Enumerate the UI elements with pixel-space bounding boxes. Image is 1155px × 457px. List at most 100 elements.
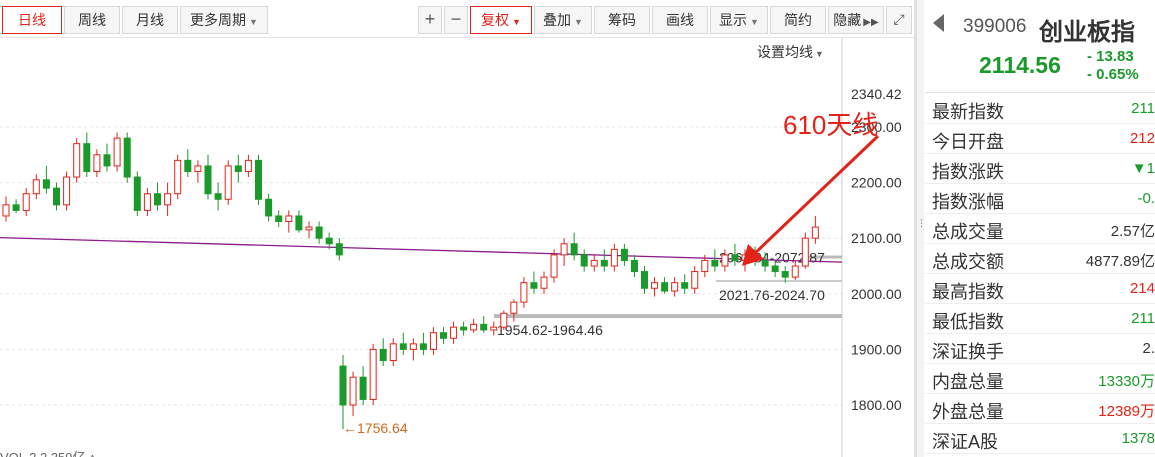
y-tick-label: 2100.00 bbox=[851, 230, 902, 246]
candle-body bbox=[490, 326, 498, 331]
candle-body bbox=[12, 204, 20, 211]
chevron-down-icon: ▼ bbox=[750, 17, 759, 27]
candle-body bbox=[63, 176, 71, 206]
candle-body bbox=[731, 254, 739, 261]
candle-body bbox=[460, 326, 468, 331]
y-tick-label: 2000.00 bbox=[851, 286, 902, 302]
candle-body bbox=[349, 376, 357, 406]
quote-row: 指数涨幅 -0. bbox=[925, 184, 1155, 214]
change-percent: - 0.65% bbox=[1087, 66, 1139, 83]
chevron-down-icon: ▼ bbox=[249, 17, 258, 27]
candle-body bbox=[641, 271, 648, 289]
candle-body bbox=[295, 215, 303, 231]
quote-row-value: 211 bbox=[1131, 100, 1155, 117]
more-periods-dropdown[interactable]: 更多周期 ▼ bbox=[180, 6, 268, 34]
display-dropdown[interactable]: 显示 ▼ bbox=[710, 6, 768, 34]
candle-body bbox=[224, 165, 232, 200]
quote-row: 总成交额 4877.89亿 bbox=[925, 244, 1155, 274]
range-label: 2021.76-2024.70 bbox=[719, 287, 825, 303]
ma-settings-label: 设置均线 bbox=[757, 44, 813, 60]
quote-row: 总成交量 2.57亿 bbox=[925, 214, 1155, 244]
simple-mode-button[interactable]: 简约 bbox=[770, 6, 826, 34]
candle-body bbox=[379, 348, 387, 362]
quote-header: 399006 创业板指 2114.56 - 13.83 - 0.65% bbox=[925, 0, 1155, 93]
quote-row-value: 212 bbox=[1129, 130, 1155, 147]
zoom-in-button[interactable]: + bbox=[418, 6, 442, 34]
candle-body bbox=[154, 193, 161, 206]
quote-row-label: 指数涨幅 bbox=[932, 192, 1004, 212]
candle-body bbox=[22, 193, 30, 211]
candle-body bbox=[671, 282, 679, 292]
arrow-left-icon[interactable] bbox=[933, 14, 944, 32]
candle-body bbox=[811, 226, 819, 239]
chevron-down-icon: ▼ bbox=[574, 17, 583, 27]
quote-row-label: 指数涨跌 bbox=[932, 162, 1004, 182]
quote-row-label: 外盘总量 bbox=[932, 402, 1004, 422]
quote-row-value: 4877.89亿 bbox=[1085, 253, 1155, 270]
candle-body bbox=[440, 332, 447, 339]
double-chevron-right-icon: ▶▶ bbox=[863, 17, 879, 28]
candle-body bbox=[325, 237, 333, 245]
quote-row-label: 内盘总量 bbox=[932, 372, 1004, 392]
candle-body bbox=[620, 248, 628, 261]
volume-label: VOL 2 2 359亿 ↑ bbox=[0, 450, 96, 457]
quote-row-value: -0. bbox=[1137, 190, 1155, 207]
candle-body bbox=[32, 179, 40, 195]
quote-row-value: 12389万 bbox=[1098, 403, 1155, 420]
candle-body bbox=[2, 204, 10, 217]
quote-row-value: 2. bbox=[1142, 340, 1155, 357]
candle-body bbox=[42, 179, 50, 189]
display-label: 显示 bbox=[719, 12, 748, 28]
draw-line-button[interactable]: 画线 bbox=[652, 6, 708, 34]
chart-toolbar: 日线 周线 月线 更多周期 ▼ + − 复权 ▼ 叠加 ▼ 筹码 画线 显示 ▼ 简约 … bbox=[0, 0, 916, 38]
candle-body bbox=[691, 271, 699, 289]
adjust-dropdown[interactable]: 复权 ▼ bbox=[470, 6, 532, 34]
candle-body bbox=[801, 237, 809, 267]
tab-monthly[interactable]: 月线 bbox=[122, 6, 178, 34]
quote-row: 今日开盘 212 bbox=[925, 124, 1155, 154]
more-periods-label: 更多周期 bbox=[190, 12, 247, 28]
range-bar bbox=[494, 314, 842, 319]
candle-body bbox=[255, 159, 262, 200]
zoom-out-button[interactable]: − bbox=[444, 6, 468, 34]
candle-body bbox=[500, 312, 508, 328]
candle-body bbox=[651, 282, 659, 289]
chart-grid bbox=[0, 38, 843, 457]
chevron-down-icon: ▼ bbox=[512, 17, 521, 27]
overlay-label: 叠加 bbox=[543, 12, 572, 28]
quote-row-label: 深证换手 bbox=[932, 342, 1004, 362]
candlestick-chart[interactable]: 2340.42 2300.00 2200.00 2100.00 2000.00 1900.… bbox=[0, 38, 916, 457]
ma-settings-dropdown[interactable]: 设置均线 ▼ bbox=[757, 42, 824, 62]
tab-daily[interactable]: 日线 bbox=[2, 6, 62, 34]
candle-body bbox=[470, 323, 478, 331]
quote-row-label: 最高指数 bbox=[932, 282, 1004, 302]
change-value: - 13.83 bbox=[1087, 48, 1134, 65]
tab-weekly[interactable]: 周线 bbox=[64, 6, 120, 34]
quote-row-value: 1378 bbox=[1121, 430, 1155, 447]
candle-body bbox=[305, 226, 313, 231]
candle-body bbox=[681, 282, 689, 289]
candle-body bbox=[701, 259, 709, 273]
candle-body bbox=[781, 271, 789, 278]
candle-body bbox=[335, 243, 343, 256]
candle-body bbox=[194, 165, 202, 172]
candle-body bbox=[661, 282, 669, 292]
hide-button[interactable]: 隐藏 ▶▶ bbox=[828, 6, 884, 34]
candle-body bbox=[429, 332, 437, 350]
candle-body bbox=[419, 343, 427, 350]
quote-row: 指数涨跌 ▼1 bbox=[925, 154, 1155, 184]
candle-body bbox=[214, 193, 222, 200]
chips-button[interactable]: 筹码 bbox=[594, 6, 650, 34]
index-name: 创业板指 bbox=[1039, 19, 1135, 46]
candle-body bbox=[83, 143, 91, 172]
candle-body bbox=[580, 254, 588, 267]
overlay-dropdown[interactable]: 叠加 ▼ bbox=[534, 6, 592, 34]
quote-row: 深证A股 1378 bbox=[925, 424, 1155, 454]
candle-body bbox=[540, 276, 548, 289]
candle-body bbox=[389, 343, 397, 362]
y-tick-label: 1800.00 bbox=[851, 397, 902, 413]
low-marker: ←1756.64 bbox=[343, 420, 408, 436]
candle-body bbox=[450, 326, 458, 339]
fullscreen-icon[interactable]: ⤢ bbox=[886, 6, 912, 34]
candle-body bbox=[133, 176, 141, 211]
